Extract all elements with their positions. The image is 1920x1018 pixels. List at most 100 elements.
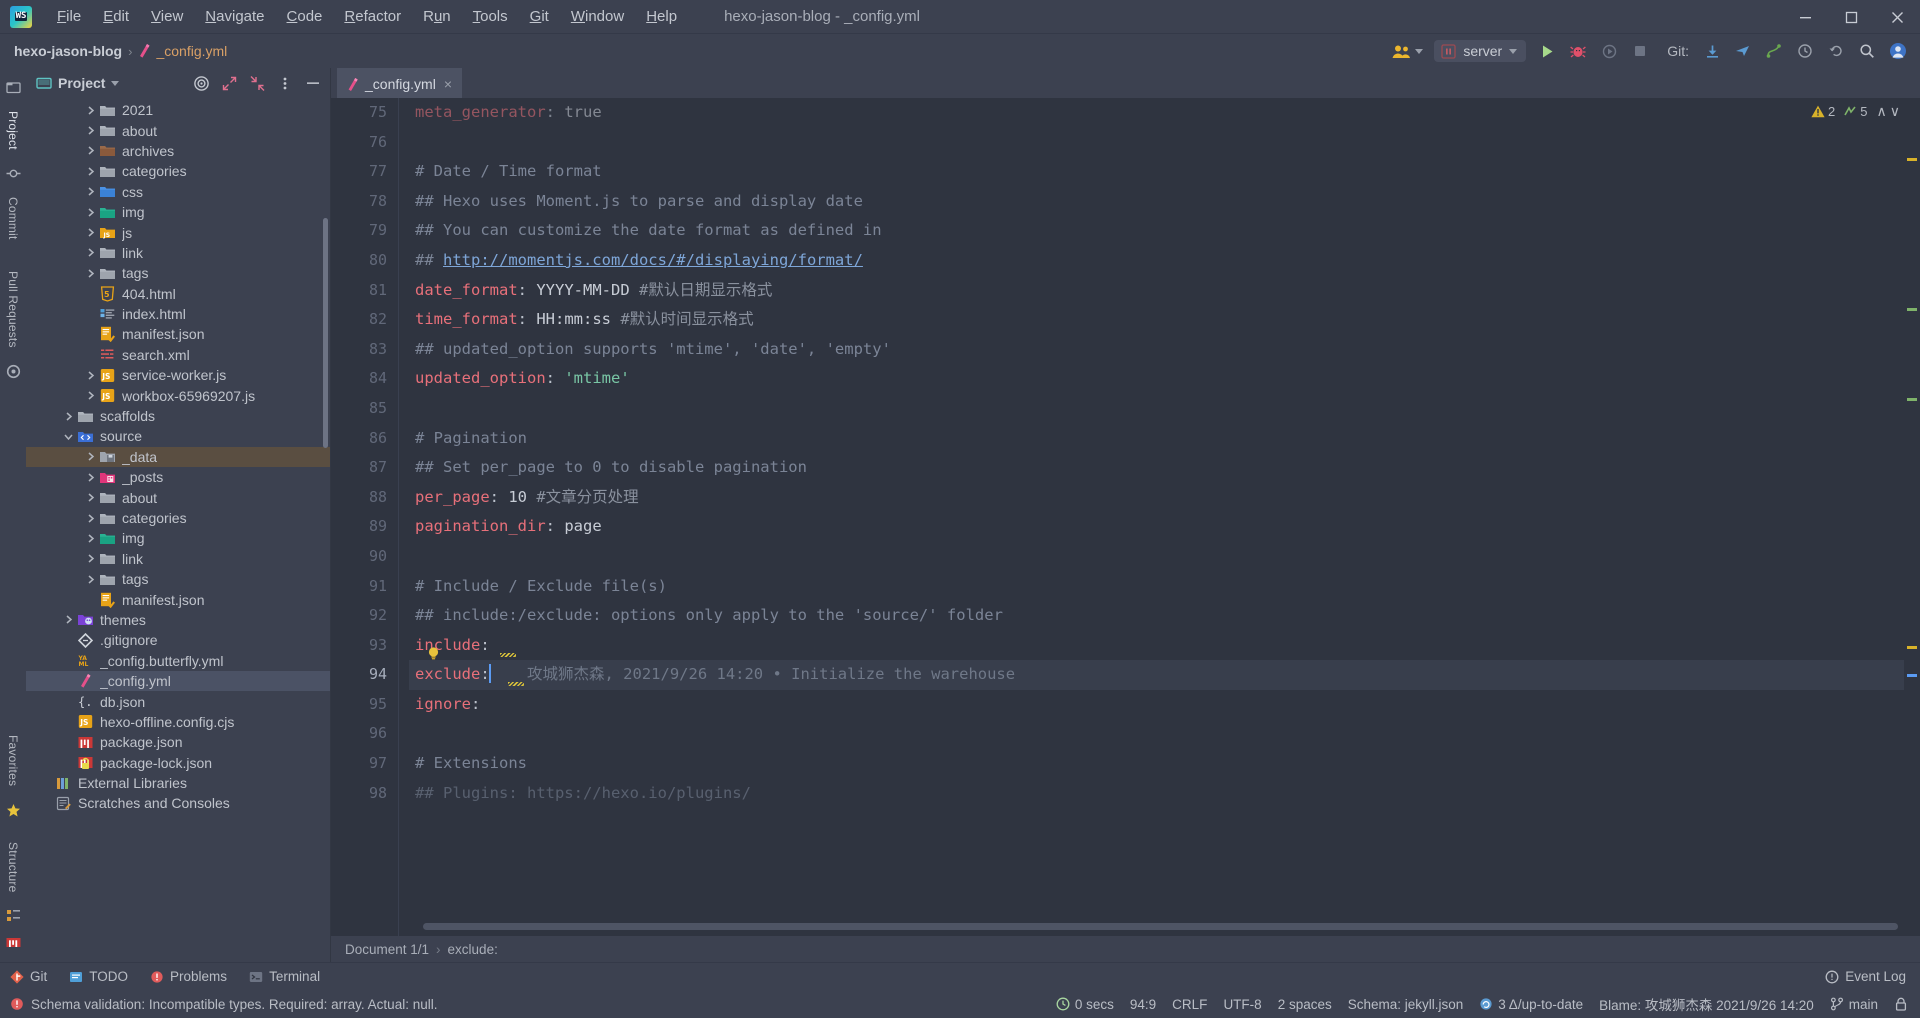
tree-node[interactable]: _config.yml [26,670,330,692]
account-icon[interactable] [1884,38,1912,64]
breadcrumb-document[interactable]: Document 1/1 [345,942,429,957]
tool-window-todo[interactable]: TODO [69,969,128,984]
marker-weak-warning[interactable] [1907,308,1917,311]
tree-node[interactable]: package.json [26,732,330,752]
project-window-icon[interactable] [5,80,21,95]
close-button[interactable] [1874,0,1920,34]
status-caret-position[interactable]: 94:9 [1130,997,1156,1012]
chevron-right-icon[interactable] [84,144,97,157]
tree-node[interactable]: img [26,202,330,222]
marker-caret[interactable] [1907,674,1917,677]
tree-node[interactable]: tags [26,263,330,283]
tree-node[interactable]: categories [26,161,330,181]
sidebar-item-favorites[interactable]: Favorites [6,725,20,796]
sidebar-item-commit[interactable]: Commit [6,187,20,250]
menu-edit[interactable]: Edit [92,4,140,29]
tree-scrollbar[interactable] [323,218,328,448]
tree-node[interactable]: categories [26,508,330,528]
menu-navigate[interactable]: Navigate [194,4,275,29]
more-options-button[interactable] [274,72,296,94]
tree-node[interactable]: package-lock.json [26,753,330,773]
status-read-only-toggle[interactable] [1894,997,1908,1012]
tree-node[interactable]: img [26,528,330,548]
chevron-right-icon[interactable] [84,450,97,463]
code-line[interactable]: # Include / Exclude file(s) [409,572,1920,602]
npm-window-icon[interactable] [6,935,21,950]
chevron-right-icon[interactable] [84,226,97,239]
stop-icon[interactable] [1626,38,1654,64]
marker-warning[interactable] [1907,646,1917,649]
tree-node[interactable]: index.html [26,304,330,324]
chevron-down-icon[interactable] [62,430,75,443]
chevron-right-icon[interactable] [84,185,97,198]
chevron-right-icon[interactable] [84,165,97,178]
status-json-schema[interactable]: Schema: jekyll.json [1348,997,1464,1012]
tree-node[interactable]: Scratches and Consoles [26,793,330,813]
tree-node[interactable]: 2021 [26,100,330,120]
code-line[interactable]: exclude: 攻城狮杰森, 2021/9/26 14:20 • Initia… [409,660,1920,690]
sidebar-item-pull-requests[interactable]: Pull Requests [6,261,20,358]
close-tab-icon[interactable]: × [442,76,454,92]
tree-node[interactable]: .gitignore [26,630,330,650]
code-line[interactable]: time_format: HH:mm:ss #默认时间显示格式 [409,305,1920,335]
code-line[interactable]: updated_option: 'mtime' [409,364,1920,394]
code-line[interactable]: ignore: [409,690,1920,720]
status-blame-status[interactable]: Blame: 攻城狮杰森 2021/9/26 14:20 [1599,994,1814,1014]
code-line[interactable]: ## You can customize the date format as … [409,216,1920,246]
tool-window-terminal[interactable]: Terminal [249,969,320,984]
chevron-right-icon[interactable] [62,410,75,423]
chevron-right-icon[interactable] [84,206,97,219]
chevron-right-icon[interactable] [84,124,97,137]
code-line[interactable]: meta_generator: true [409,98,1920,128]
marker-warning[interactable] [1907,158,1917,161]
tree-node[interactable]: search.xml [26,345,330,365]
code-line[interactable]: # Pagination [409,424,1920,454]
chevron-right-icon[interactable] [84,246,97,259]
tree-node[interactable]: JS js [26,222,330,242]
run-icon[interactable] [1533,38,1561,64]
minimize-button[interactable] [1782,0,1828,34]
hide-panel-button[interactable] [302,72,324,94]
tree-node[interactable]: link [26,549,330,569]
next-problem-icon[interactable]: ∨ [1890,103,1900,120]
rollback-icon[interactable] [1822,38,1850,64]
tree-node[interactable]: about [26,120,330,140]
tree-node[interactable]: css [26,182,330,202]
status-file-encoding[interactable]: UTF-8 [1223,997,1261,1012]
history-icon[interactable] [1791,38,1819,64]
chevron-right-icon[interactable] [84,369,97,382]
code-line[interactable] [409,394,1920,424]
code-line[interactable]: ## updated_option supports 'mtime', 'dat… [409,335,1920,365]
code-line[interactable]: ## Hexo uses Moment.js to parse and disp… [409,187,1920,217]
url-link[interactable]: http://momentjs.com/docs/#/displaying/fo… [443,251,863,269]
breadcrumb-file[interactable]: _config.yml [156,43,227,59]
code-line[interactable]: ## http://momentjs.com/docs/#/displaying… [409,246,1920,276]
run-configuration-selector[interactable]: server [1434,40,1527,62]
code-line[interactable]: pagination_dir: page [409,512,1920,542]
tree-node[interactable]: {..} db.json [26,691,330,711]
tree-node[interactable]: JS service-worker.js [26,365,330,385]
sidebar-item-structure[interactable]: Structure [6,832,20,903]
tree-node[interactable]: scaffolds [26,406,330,426]
inspection-marker-gutter[interactable] [1904,98,1920,936]
menu-window[interactable]: Window [560,4,635,29]
tree-node[interactable]: 5 404.html [26,284,330,304]
code-line[interactable]: include: [409,631,1920,661]
update-project-icon[interactable] [1698,38,1726,64]
intention-bulb-icon[interactable] [427,646,440,661]
tree-node[interactable]: manifest.json [26,324,330,344]
editor-horizontal-scrollbar[interactable] [423,923,1898,930]
event-log-button[interactable]: Event Log [1825,969,1906,984]
tree-node[interactable]: _data [26,446,330,468]
code-area[interactable]: meta_generator: true # Date / Time format… [409,98,1920,936]
tree-node[interactable]: source [26,426,330,446]
tree-node[interactable]: archives [26,141,330,161]
tree-node[interactable]: JS hexo-offline.config.cjs [26,712,330,732]
expand-all-button[interactable] [218,72,240,94]
collab-users-icon[interactable] [1388,38,1427,64]
structure-icon[interactable] [6,908,21,923]
code-line[interactable]: # Date / Time format [409,157,1920,187]
tree-node[interactable]: JS workbox-65969207.js [26,385,330,405]
code-line[interactable] [409,542,1920,572]
menu-run[interactable]: Run [412,4,462,29]
